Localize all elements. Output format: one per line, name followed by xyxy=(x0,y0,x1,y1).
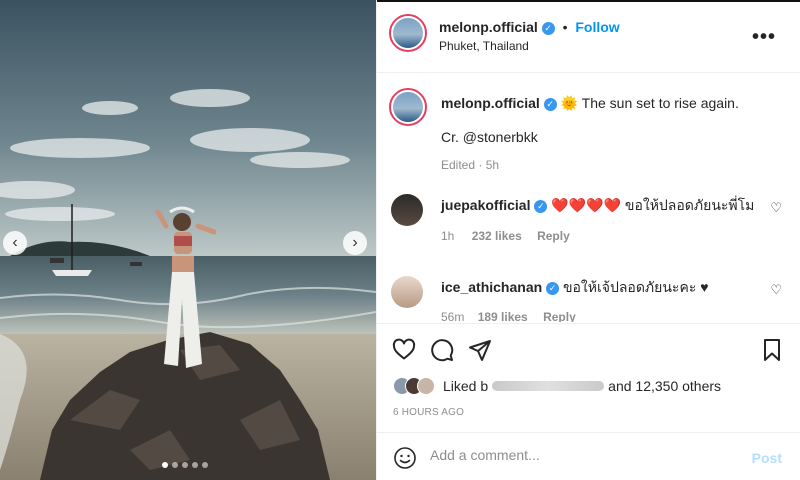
post-location[interactable]: Phuket, Thailand xyxy=(439,39,529,53)
caption: melonp.official ✓ 🌞 The sun set to rise … xyxy=(441,94,800,112)
comment-likes[interactable]: 232 likes xyxy=(472,229,522,243)
caption-edited: Edited · 5h xyxy=(441,158,500,172)
comment-username[interactable]: ice_athichanan xyxy=(441,279,542,295)
caption-username[interactable]: melonp.official xyxy=(441,95,540,111)
separator-dot: • xyxy=(562,19,568,35)
comment-bubble-icon[interactable] xyxy=(430,338,454,362)
comment-text: ขอให้เจ้ปลอดภัยนะคะ ♥ xyxy=(562,279,709,295)
like-heart-icon[interactable] xyxy=(392,338,416,362)
carousel-dot xyxy=(182,462,188,468)
comment-1-meta: 1h 232 likes Reply xyxy=(441,229,800,243)
comment-2: ice_athichanan ✓ ขอให้เจ้ปลอดภัยนะคะ ♥ xyxy=(441,278,800,296)
comment-likes[interactable]: 189 likes xyxy=(478,310,528,322)
carousel-dot xyxy=(162,462,168,468)
post-comment-button[interactable]: Post xyxy=(752,450,782,466)
liked-by-prefix: Liked b xyxy=(443,378,489,394)
author-avatar[interactable] xyxy=(389,14,427,52)
commenter-avatar[interactable] xyxy=(391,194,423,226)
comment-2-meta: 56m 189 likes Reply xyxy=(441,310,800,322)
save-bookmark-icon[interactable] xyxy=(760,338,784,362)
post-photo[interactable]: ‹ › xyxy=(0,0,376,480)
blurred-username xyxy=(492,381,605,391)
comment-composer: Post xyxy=(377,432,800,480)
verified-badge-icon: ✓ xyxy=(534,199,548,213)
follow-button[interactable]: Follow xyxy=(575,19,619,35)
like-comment-heart-icon[interactable]: ♡ xyxy=(770,200,782,216)
post-side-panel: melonp.official ✓ • Follow Phuket, Thail… xyxy=(376,0,800,480)
beach-scene xyxy=(0,0,376,480)
reply-button[interactable]: Reply xyxy=(543,310,576,322)
liked-by-line[interactable]: Liked b and 12,350 others xyxy=(393,377,721,395)
comment-username[interactable]: juepakofficial xyxy=(441,197,530,213)
carousel-dot xyxy=(202,462,208,468)
share-paper-plane-icon[interactable] xyxy=(468,338,492,362)
liked-by-count[interactable]: and 12,350 others xyxy=(608,378,721,394)
reply-button[interactable]: Reply xyxy=(537,229,570,243)
sun-emoji-icon: 🌞 xyxy=(560,95,579,111)
post-timestamp: 6 HOURS AGO xyxy=(393,407,465,418)
more-options-icon[interactable]: ••• xyxy=(752,26,776,49)
comment-time: 56m xyxy=(441,310,465,322)
like-comment-heart-icon[interactable]: ♡ xyxy=(770,282,782,298)
heart-emojis: ❤️❤️❤️❤️ xyxy=(551,197,621,213)
comment-input[interactable] xyxy=(430,447,720,463)
caption-avatar[interactable] xyxy=(389,88,427,126)
author-username[interactable]: melonp.official xyxy=(439,19,538,35)
commenter-avatar[interactable] xyxy=(391,276,423,308)
verified-badge-icon: ✓ xyxy=(541,21,555,35)
caption-text: The sun set to rise again. xyxy=(581,95,739,111)
liker-avatar xyxy=(417,377,435,395)
chevron-left-icon: ‹ xyxy=(12,234,18,251)
post-actions: Liked b and 12,350 others 6 HOURS AGO xyxy=(377,323,800,431)
previous-photo-button[interactable]: ‹ xyxy=(3,231,27,255)
comment-1: juepakofficial ✓ ❤️❤️❤️❤️ ขอให้ปลอดภัยนะ… xyxy=(441,196,800,214)
comment-text: ขอให้ปลอดภัยนะพี่โม xyxy=(624,197,755,213)
carousel-dot xyxy=(192,462,198,468)
chevron-right-icon: › xyxy=(352,234,358,251)
caption-credit: Cr. @stonerbkk xyxy=(441,129,538,145)
next-photo-button[interactable]: › xyxy=(343,231,367,255)
emoji-smiley-icon[interactable] xyxy=(393,446,417,470)
post-header: melonp.official ✓ • Follow Phuket, Thail… xyxy=(377,2,800,73)
verified-badge-icon: ✓ xyxy=(543,97,557,111)
carousel-dot xyxy=(172,462,178,468)
verified-badge-icon: ✓ xyxy=(546,281,560,295)
comments-section[interactable]: melonp.official ✓ 🌞 The sun set to rise … xyxy=(377,74,800,322)
comment-time: 1h xyxy=(441,229,455,243)
post-dialog: ‹ › melonp.official ✓ • Follow Phuket, T… xyxy=(0,0,800,480)
carousel-indicator xyxy=(162,462,208,468)
